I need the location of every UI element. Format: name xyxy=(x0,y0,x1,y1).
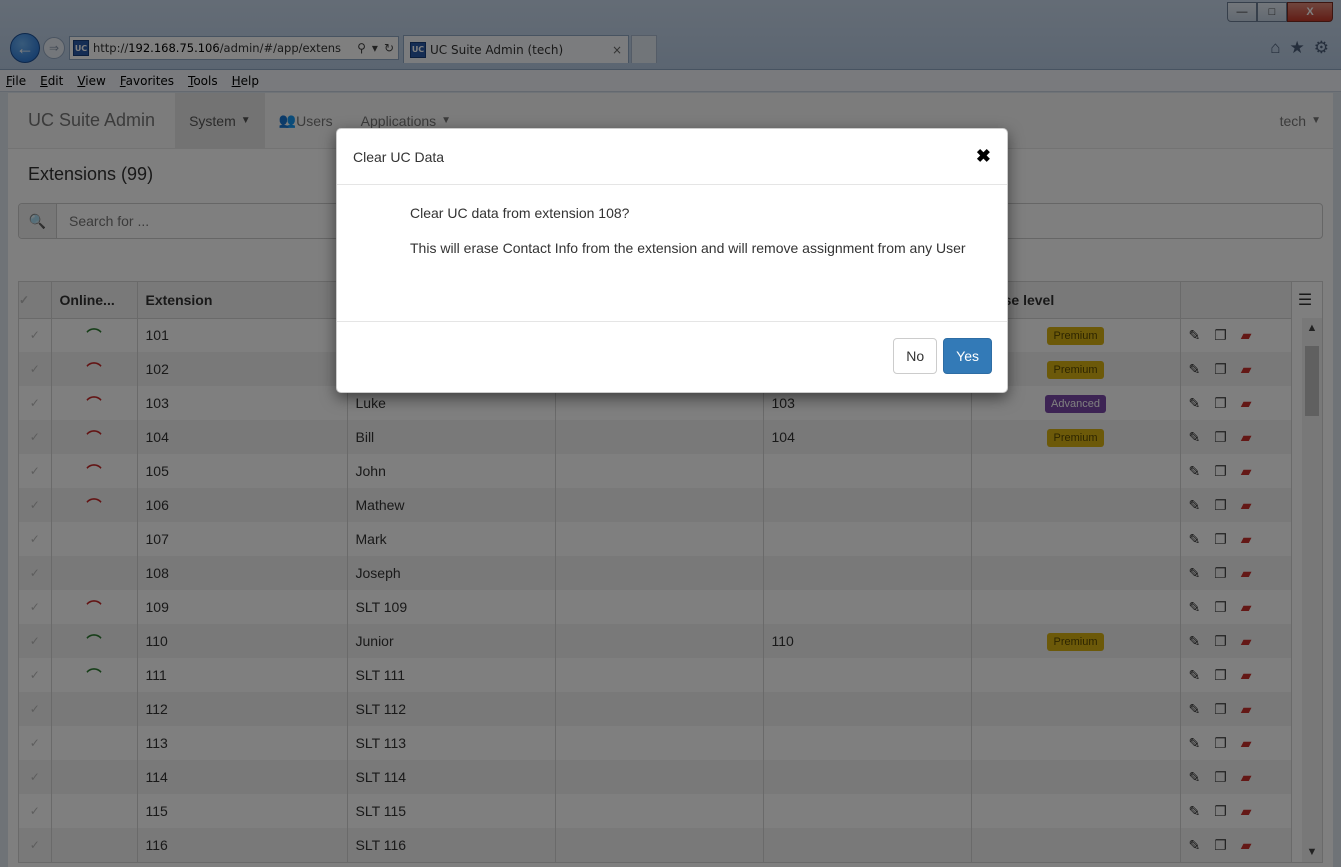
close-icon[interactable]: ✖ xyxy=(976,146,991,167)
no-button[interactable]: No xyxy=(893,338,938,374)
modal-detail: This will erase Contact Info from the ex… xyxy=(410,240,966,256)
yes-button[interactable]: Yes xyxy=(943,338,992,374)
modal-header: Clear UC Data ✖ xyxy=(337,129,1007,185)
modal-title: Clear UC Data xyxy=(353,148,445,165)
modal-body: Clear UC data from extension 108? This w… xyxy=(337,185,1007,322)
clear-uc-data-dialog: Clear UC Data ✖ Clear UC data from exten… xyxy=(336,128,1008,393)
modal-footer: No Yes xyxy=(337,322,1007,374)
modal-message: Clear UC data from extension 108? xyxy=(410,205,630,221)
